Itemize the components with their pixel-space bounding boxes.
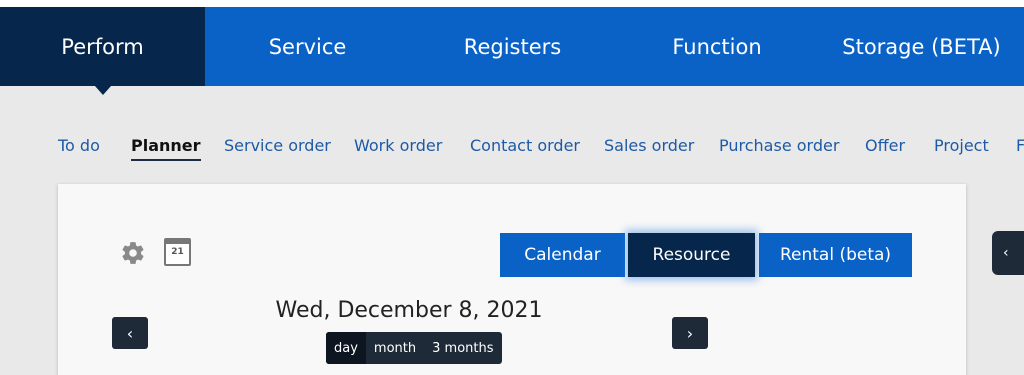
gear-icon[interactable]: [120, 240, 146, 266]
calendar-icon-day: 21: [171, 247, 184, 257]
view-rental-button[interactable]: Rental (beta): [759, 233, 912, 277]
subnav-project[interactable]: Project: [934, 136, 989, 155]
collapse-sidebar-button[interactable]: ‹: [992, 231, 1024, 275]
subnav-work-order[interactable]: Work order: [354, 136, 442, 155]
tab-storage[interactable]: Storage (BETA): [819, 7, 1024, 86]
sub-navigation: To do Planner Service order Work order C…: [0, 128, 1024, 168]
range-day-button[interactable]: day: [326, 332, 366, 364]
view-calendar-button[interactable]: Calendar: [500, 233, 625, 277]
chevron-left-icon: ‹: [1003, 245, 1009, 261]
chevron-left-icon: ‹: [126, 323, 134, 343]
chevron-right-icon: ›: [686, 323, 694, 343]
subnav-planner[interactable]: Planner: [131, 136, 201, 161]
subnav-purchase-order[interactable]: Purchase order: [719, 136, 839, 155]
planner-panel: [58, 184, 966, 375]
prev-date-button[interactable]: ‹: [112, 317, 148, 349]
subnav-offer[interactable]: Offer: [865, 136, 905, 155]
range-selector: day month 3 months: [326, 332, 502, 364]
next-date-button[interactable]: ›: [672, 317, 708, 349]
range-month-button[interactable]: month: [366, 332, 424, 364]
tab-perform[interactable]: Perform: [0, 7, 205, 95]
subnav-more[interactable]: F: [1016, 136, 1024, 155]
subnav-to-do[interactable]: To do: [58, 136, 100, 155]
subnav-service-order[interactable]: Service order: [224, 136, 331, 155]
current-date: Wed, December 8, 2021: [275, 298, 543, 323]
subnav-sales-order[interactable]: Sales order: [604, 136, 694, 155]
range-3-months-button[interactable]: 3 months: [424, 332, 501, 364]
top-strip: [0, 0, 1024, 7]
tab-function[interactable]: Function: [615, 7, 819, 86]
subnav-contact-order[interactable]: Contact order: [470, 136, 580, 155]
tab-service[interactable]: Service: [205, 7, 410, 86]
tab-registers[interactable]: Registers: [410, 7, 615, 86]
calendar-icon[interactable]: 21: [164, 238, 191, 266]
main-navigation: Perform Service Registers Function Stora…: [0, 7, 1024, 95]
view-resource-button[interactable]: Resource: [628, 233, 755, 277]
